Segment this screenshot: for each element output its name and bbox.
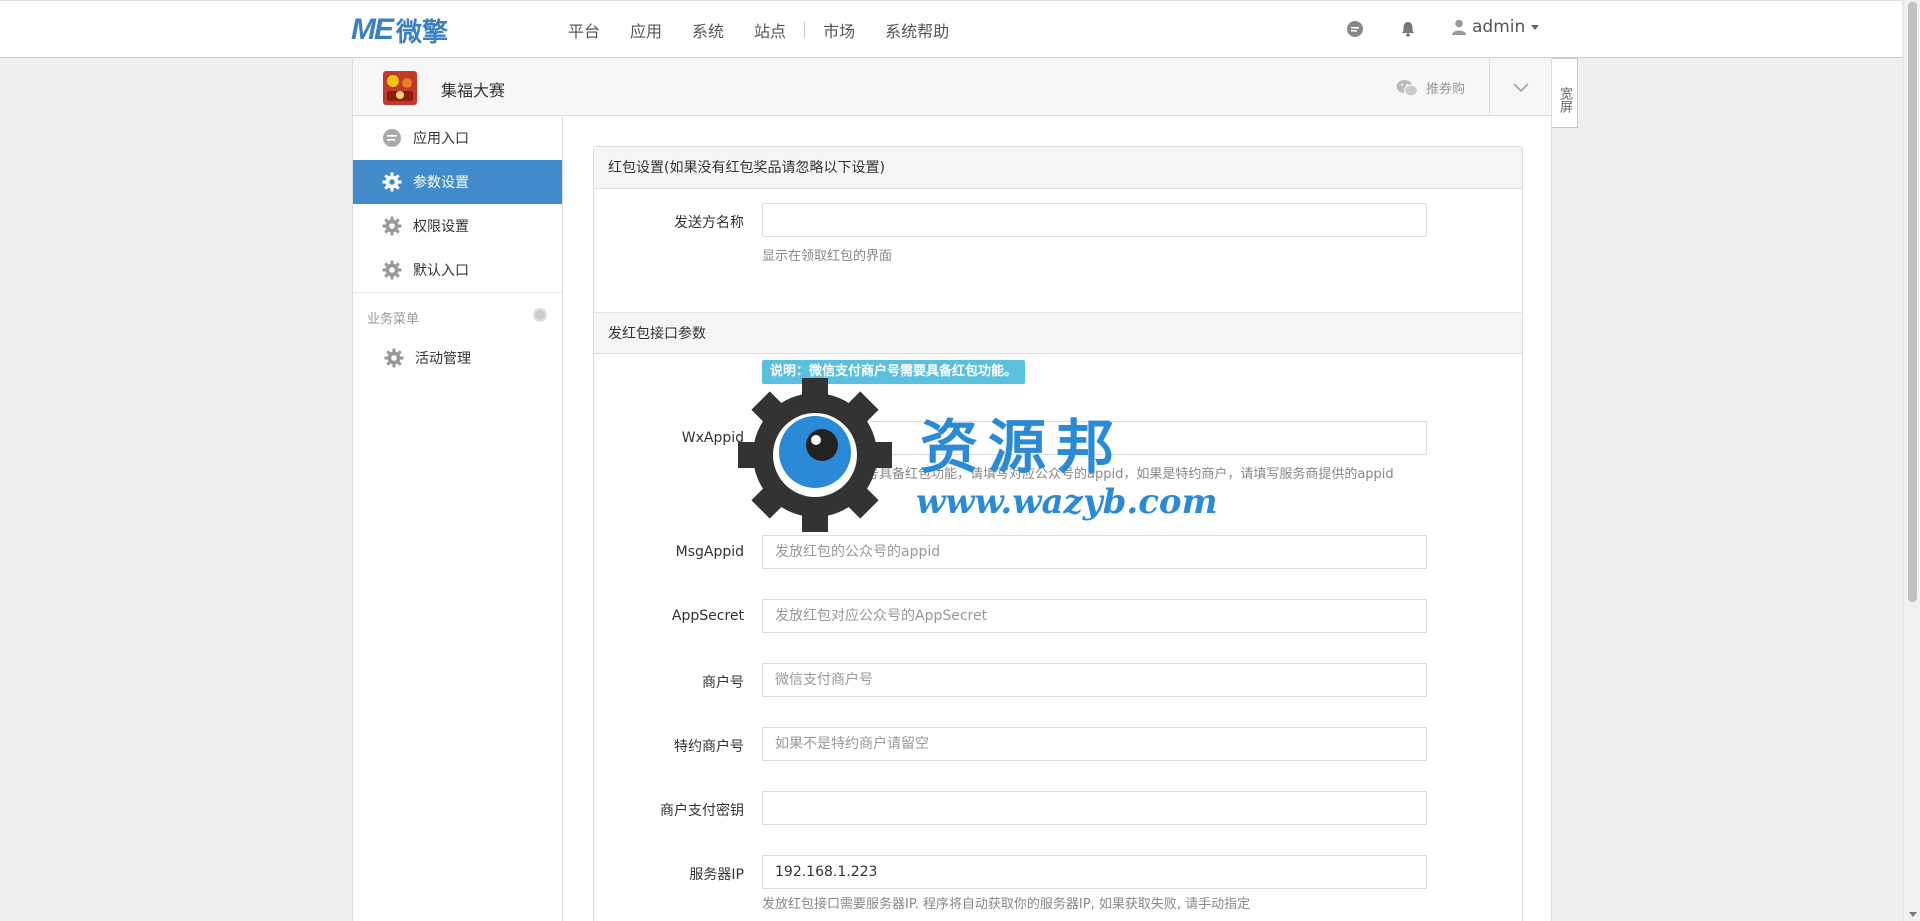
msgappid-label: MsgAppid xyxy=(675,544,744,560)
wxappid-input[interactable] xyxy=(762,421,1427,455)
nav-divider xyxy=(804,22,806,38)
bell-icon[interactable] xyxy=(1399,20,1417,38)
sub-mchid-label: 特约商户号 xyxy=(674,739,744,755)
gear-icon xyxy=(381,171,403,193)
section-header-redpacket: 红包设置(如果没有红包奖品请忽略以下设置) xyxy=(594,147,1522,189)
sidebar-item-activity-management[interactable]: 活动管理 xyxy=(353,336,562,380)
sidebar-item-params[interactable]: 参数设置 xyxy=(353,160,562,204)
mchid-label: 商户号 xyxy=(702,675,744,691)
gear-icon xyxy=(381,259,403,281)
app-header: 集福大赛 推券购 xyxy=(353,58,1551,116)
sidebar-item-permissions[interactable]: 权限设置 xyxy=(353,204,562,248)
chevron-down-icon[interactable] xyxy=(1512,78,1530,96)
app-thumbnail xyxy=(383,71,417,105)
app-title: 集福大赛 xyxy=(441,81,506,100)
nav-platform[interactable]: 平台 xyxy=(568,18,600,42)
coupon-link[interactable]: 推券购 xyxy=(1396,78,1465,97)
sidebar-item-label: 活动管理 xyxy=(415,351,471,367)
info-note: 说明：微信支付商户号需要具备红包功能。 xyxy=(762,360,1026,384)
section-header-api: 发红包接口参数 xyxy=(594,312,1522,354)
server-ip-help: 发放红包接口需要服务器IP. 程序将自动获取你的服务器IP, 如果获取失败, 请… xyxy=(762,897,1251,912)
sidebar-item-label: 默认入口 xyxy=(413,263,469,279)
top-navbar: ME 微擎 平台 应用 系统 站点 市场 系统帮助 admin xyxy=(0,0,1902,58)
group-toggle-icon[interactable] xyxy=(533,308,547,322)
sidebar-item-app-entry[interactable]: 应用入口 xyxy=(353,116,562,160)
logo-text: 微擎 xyxy=(396,17,449,48)
sidebar-item-default-entry[interactable]: 默认入口 xyxy=(353,248,562,292)
wxappid-help: 如果微信支付商户号具备红包功能，请填写对应公众号的appid，如果是特约商户，请… xyxy=(762,467,1394,482)
pay-key-label: 商户支付密钥 xyxy=(660,803,744,819)
sidebar-group-label: 业务菜单 xyxy=(367,312,420,327)
nav-help[interactable]: 系统帮助 xyxy=(885,18,949,42)
wxappid-label: WxAppid xyxy=(681,430,744,446)
wechat-icon xyxy=(1396,79,1418,96)
appsecret-label: AppSecret xyxy=(671,608,744,624)
sub-mchid-input[interactable] xyxy=(762,727,1427,761)
nav-site[interactable]: 站点 xyxy=(754,18,786,42)
chevron-down-icon xyxy=(1531,24,1540,30)
settings-panel: 红包设置(如果没有红包奖品请忽略以下设置) 发送方名称 显示在领取红包的界面 发… xyxy=(593,146,1523,921)
main-nav: 平台 应用 系统 站点 市场 系统帮助 xyxy=(568,1,979,59)
coupon-label: 推券购 xyxy=(1426,82,1466,97)
gear-icon xyxy=(383,347,405,369)
chat-bubble-icon xyxy=(381,127,403,149)
username: admin xyxy=(1472,17,1526,37)
content-area: 红包设置(如果没有红包奖品请忽略以下设置) 发送方名称 显示在领取红包的界面 发… xyxy=(563,116,1551,921)
logo-mark: ME xyxy=(351,13,394,46)
sidebar-item-label: 应用入口 xyxy=(413,131,469,147)
nav-system[interactable]: 系统 xyxy=(692,18,724,42)
sender-name-label: 发送方名称 xyxy=(674,215,744,231)
message-icon[interactable] xyxy=(1346,20,1364,38)
wide-screen-button[interactable]: 宽屏 xyxy=(1552,58,1578,128)
logo[interactable]: ME 微擎 xyxy=(351,13,449,48)
sidebar-item-label: 权限设置 xyxy=(413,219,469,235)
sender-name-input[interactable] xyxy=(762,203,1427,237)
nav-apps[interactable]: 应用 xyxy=(630,18,662,42)
scrollbar-thumb[interactable] xyxy=(1908,2,1917,602)
scroll-down-icon[interactable] xyxy=(1909,912,1917,917)
user-menu[interactable]: admin xyxy=(1452,17,1540,37)
appsecret-input[interactable] xyxy=(762,599,1427,633)
pay-key-input[interactable] xyxy=(762,791,1427,825)
sidebar-divider xyxy=(353,292,562,293)
user-icon xyxy=(1452,19,1466,35)
header-divider xyxy=(1489,58,1490,116)
main-container: 集福大赛 推券购 应用入口 参数设置 权限设置 默认入口 业务菜单 活动管理 红… xyxy=(352,58,1552,921)
nav-market[interactable]: 市场 xyxy=(823,18,855,42)
page-scrollbar[interactable] xyxy=(1903,0,1920,921)
sidebar-item-label: 参数设置 xyxy=(413,175,469,191)
sender-name-help: 显示在领取红包的界面 xyxy=(762,249,893,264)
mchid-input[interactable] xyxy=(762,663,1427,697)
msgappid-input[interactable] xyxy=(762,535,1427,569)
sidebar: 应用入口 参数设置 权限设置 默认入口 业务菜单 活动管理 xyxy=(353,116,563,921)
server-ip-label: 服务器IP xyxy=(689,867,744,883)
gear-icon xyxy=(381,215,403,237)
server-ip-input[interactable] xyxy=(762,855,1427,889)
